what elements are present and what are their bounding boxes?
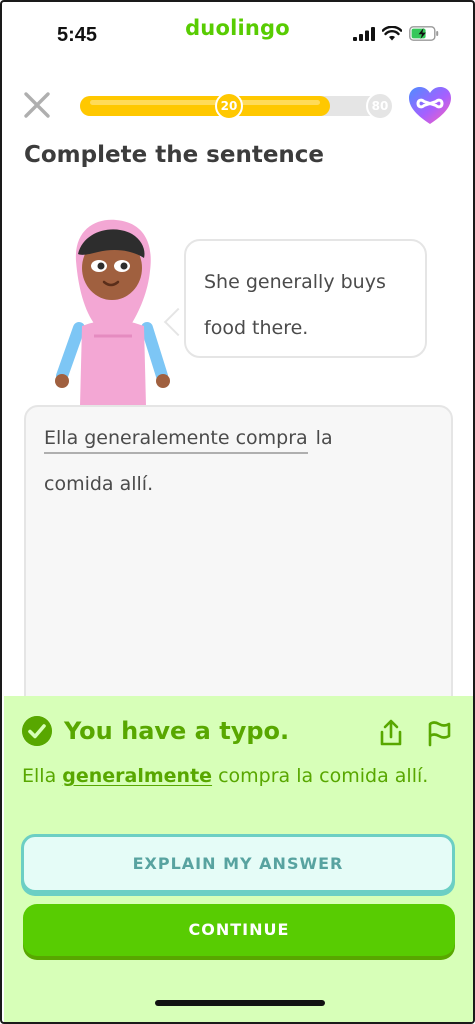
speech-line-1: She generally buys xyxy=(204,271,386,293)
feedback-title: You have a typo. xyxy=(64,717,290,745)
system-icons xyxy=(353,26,439,41)
progress-end-marker: 80 xyxy=(366,92,394,120)
feedback-sheet: You have a typo. Ella generalmente compr… xyxy=(4,696,473,1022)
infinite-hearts-icon[interactable] xyxy=(408,86,452,126)
lesson-progress-bar: 20 80 xyxy=(80,92,394,120)
report-flag-icon[interactable] xyxy=(424,718,454,748)
answer-card: Ella generalemente compra la comida allí. xyxy=(24,405,453,725)
explain-my-answer-button[interactable]: EXPLAIN MY ANSWER xyxy=(21,834,455,893)
answer-after-text: la xyxy=(315,427,333,449)
continue-button[interactable]: CONTINUE xyxy=(23,904,455,956)
answer-input[interactable]: Ella generalemente compra xyxy=(44,427,308,454)
answer-line-1: Ella generalemente compra la xyxy=(44,427,333,454)
speech-bubble: She generally buys food there. xyxy=(184,239,427,358)
character-illustration xyxy=(55,219,170,406)
corrected-word: generalmente xyxy=(62,765,213,787)
correction-suffix: compra la comida allí. xyxy=(212,765,429,787)
check-icon xyxy=(22,716,52,746)
speech-line-2: food there. xyxy=(204,317,309,339)
correction-prefix: Ella xyxy=(22,765,63,787)
cellular-signal-icon xyxy=(353,26,375,41)
exercise-title: Complete the sentence xyxy=(24,142,325,168)
wifi-icon xyxy=(382,26,402,41)
battery-charging-icon xyxy=(409,26,439,41)
progress-current-marker: 20 xyxy=(215,92,243,120)
close-icon[interactable] xyxy=(22,90,52,120)
status-bar: 5:45 duolingo xyxy=(2,2,473,68)
home-indicator[interactable] xyxy=(155,1000,325,1006)
feedback-header: You have a typo. xyxy=(22,716,289,746)
progress-fill xyxy=(80,96,330,116)
app-screen: 5:45 duolingo 20 80 Complete the sentenc… xyxy=(0,0,475,1024)
share-icon[interactable] xyxy=(376,718,406,748)
answer-line-2: comida allí. xyxy=(44,473,154,495)
feedback-correction: Ella generalmente compra la comida allí. xyxy=(22,762,442,791)
